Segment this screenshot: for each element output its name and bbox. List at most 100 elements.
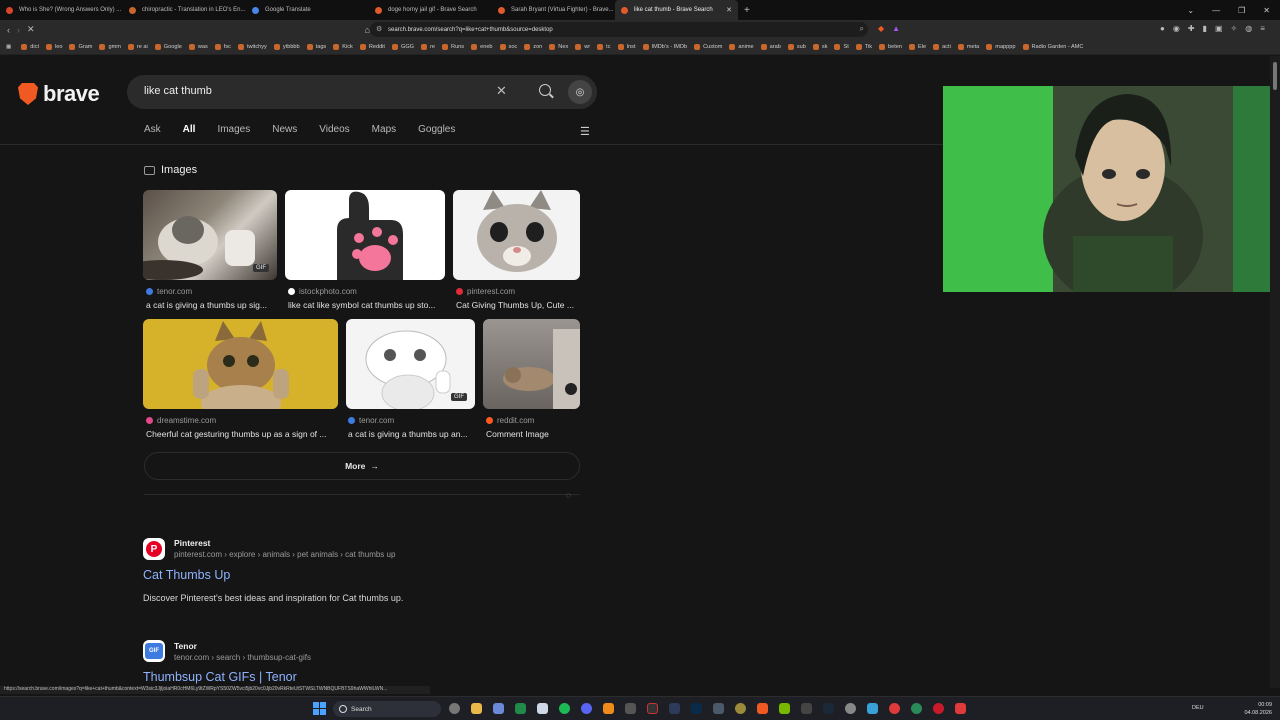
bookmark-item[interactable]: zon [524, 43, 542, 50]
image-source[interactable]: pinterest.com [456, 287, 515, 296]
image-source[interactable]: dreamstime.com [146, 416, 216, 425]
bookmark-item[interactable]: eneb [471, 43, 493, 50]
site-info-icon[interactable]: ⚙ [376, 25, 382, 33]
brave-logo[interactable]: brave [18, 81, 100, 107]
tab-all[interactable]: All [183, 124, 196, 135]
close-window-button[interactable]: ✕ [1263, 6, 1270, 15]
browser-tab[interactable]: chiropractic - Translation in LEO's En..… [123, 0, 246, 20]
bookmark-item[interactable]: leo [46, 43, 62, 50]
image-result[interactable] [453, 190, 580, 280]
leo-icon[interactable]: ✧ [1231, 24, 1238, 33]
bookmark-item[interactable]: Reddit [359, 43, 385, 50]
feedback-icon[interactable]: ◌ [566, 491, 571, 500]
tab-ask[interactable]: Ask [144, 124, 161, 135]
app-icon[interactable] [911, 703, 922, 714]
windows-start-icon[interactable] [313, 702, 326, 715]
spotify-icon[interactable] [559, 703, 570, 714]
settings-icon[interactable] [449, 703, 460, 714]
image-caption[interactable]: a cat is giving a thumbs up an... [348, 429, 477, 439]
app-icon[interactable] [801, 703, 812, 714]
bookmark-item[interactable]: Gram [69, 43, 92, 50]
more-images-button[interactable]: More → [144, 452, 580, 480]
keyboard-language[interactable]: DEU [1192, 705, 1204, 711]
browser-tab[interactable]: Who is She? (Wrong Answers Only) ... [0, 0, 123, 20]
tab-goggles[interactable]: Goggles [418, 124, 455, 135]
bookmark-item[interactable]: Runs [442, 43, 464, 50]
browser-tab[interactable]: doge horny jail gif - Brave Search [369, 0, 492, 20]
file-explorer-icon[interactable] [471, 703, 482, 714]
bookmark-item[interactable]: fsc [214, 43, 231, 50]
browser-tab-active[interactable]: like cat thumb - Brave Search ✕ [615, 0, 738, 20]
back-button[interactable]: ‹ [7, 25, 10, 35]
scrollbar-thumb[interactable] [1273, 62, 1277, 90]
tab-maps[interactable]: Maps [372, 124, 396, 135]
menu-icon[interactable]: ≡ [1260, 24, 1265, 33]
browser-tab[interactable]: Sarah Bryant (Virtua Fighter) - Brave... [492, 0, 615, 20]
bookmark-item[interactable]: re [421, 43, 435, 50]
bookmark-item[interactable]: Kick [333, 43, 353, 50]
sidebar-icon[interactable]: ▮ [1203, 24, 1207, 33]
image-result[interactable] [143, 319, 338, 409]
image-result[interactable] [483, 319, 580, 409]
browser-tab[interactable]: Google Translate [246, 0, 369, 20]
scrollbar[interactable] [1270, 56, 1280, 688]
discord-icon[interactable] [581, 703, 592, 714]
bookmark-item[interactable]: tags [306, 43, 326, 50]
search-box[interactable]: like cat thumb ✕ ◎ [127, 75, 597, 109]
brave-shields-icon[interactable]: ◆ [878, 24, 884, 33]
brave-browser-icon[interactable] [757, 703, 768, 714]
bookmark-item[interactable]: Custom [694, 43, 722, 50]
result-breadcrumb[interactable]: tenor.com › search › thumbsup-cat-gifs [174, 653, 311, 662]
vpn-icon[interactable]: ◍ [1245, 24, 1252, 33]
tab-videos[interactable]: Videos [319, 124, 349, 135]
forward-button[interactable]: › [17, 25, 20, 35]
tab-news[interactable]: News [272, 124, 297, 135]
image-caption[interactable]: Comment Image [486, 429, 580, 439]
bookmark-item[interactable]: Radio Garden - AMC [1022, 43, 1083, 50]
result-title-link[interactable]: Thumbsup Cat GIFs | Tenor [143, 670, 297, 684]
app-icon[interactable] [889, 703, 900, 714]
extensions-puzzle-icon[interactable]: ✚ [1188, 24, 1195, 33]
terminal-icon[interactable] [647, 703, 658, 714]
bookmark-item[interactable]: wr [575, 43, 590, 50]
address-bar[interactable]: ⚙ search.brave.com/search?q=like+cat+thu… [370, 22, 868, 37]
maximize-button[interactable]: ❐ [1238, 6, 1245, 15]
bookmark-item[interactable]: arab [760, 43, 781, 50]
bookmark-item[interactable]: beten [879, 43, 902, 50]
image-caption[interactable]: like cat like symbol cat thumbs up sto..… [288, 300, 448, 310]
search-input[interactable]: like cat thumb [144, 85, 212, 97]
image-result[interactable] [285, 190, 445, 280]
image-caption[interactable]: Cheerful cat gesturing thumbs up as a si… [146, 429, 340, 439]
app-icon[interactable] [669, 703, 680, 714]
bookmark-item[interactable]: Google [154, 43, 182, 50]
bookmark-item[interactable]: Tik [855, 43, 872, 50]
bookmark-item[interactable]: twitchyy [237, 43, 267, 50]
system-clock[interactable]: 00:09 04.08.2026 [1244, 701, 1272, 717]
bookmark-item[interactable]: ytbbbb [273, 43, 300, 50]
bookmark-item[interactable]: acti [933, 43, 951, 50]
extension-icon[interactable]: ● [1160, 24, 1165, 33]
vlc-icon[interactable] [603, 703, 614, 714]
reload-button[interactable]: ✕ [27, 24, 35, 35]
image-caption[interactable]: Cat Giving Thumbs Up, Cute ... [456, 300, 580, 310]
bookmark-item[interactable]: dict [21, 43, 39, 50]
brave-rewards-icon[interactable]: ▲ [892, 24, 900, 33]
bookmark-item[interactable]: sk [812, 43, 827, 50]
image-source[interactable]: tenor.com [348, 416, 394, 425]
bookmark-item[interactable]: meta [957, 43, 979, 50]
steam-icon[interactable] [823, 703, 834, 714]
opera-icon[interactable] [933, 703, 944, 714]
bookmark-item[interactable]: St [834, 43, 849, 50]
bookmark-item[interactable]: was [188, 43, 208, 50]
ask-ai-icon[interactable]: ◎ [568, 80, 592, 104]
search-icon[interactable] [539, 84, 551, 96]
app-icon[interactable] [713, 703, 724, 714]
notepad-icon[interactable] [537, 703, 548, 714]
close-tab-icon[interactable]: ✕ [726, 6, 732, 14]
bookmark-item[interactable]: anime [729, 43, 754, 50]
image-result[interactable]: GIF [346, 319, 475, 409]
app-icon[interactable] [867, 703, 878, 714]
bookmark-item[interactable]: re ai [127, 43, 148, 50]
vivaldi-icon[interactable] [955, 703, 966, 714]
clear-search-icon[interactable]: ✕ [496, 83, 507, 99]
